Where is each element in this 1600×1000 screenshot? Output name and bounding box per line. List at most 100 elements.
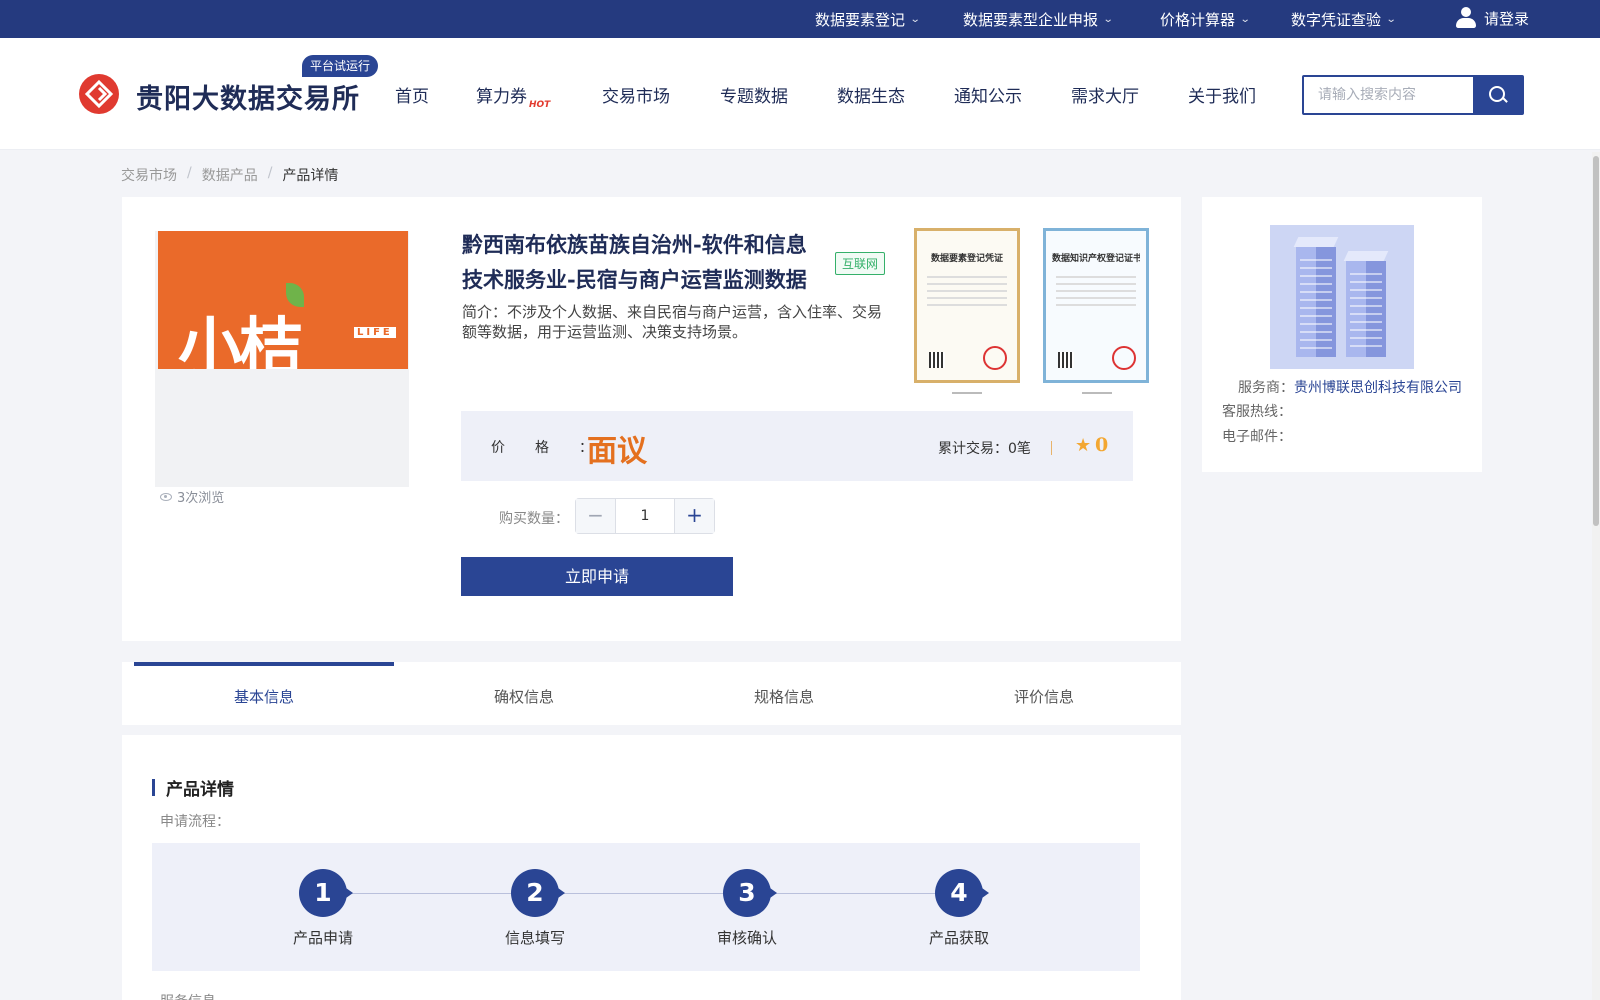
qr-code-icon [1058, 352, 1074, 368]
quantity-stepper: − 1 + [575, 498, 715, 534]
view-count: 3次浏览 [160, 487, 224, 506]
nav-home[interactable]: 首页 [395, 82, 429, 107]
login-label: 请登录 [1484, 9, 1530, 28]
decrease-button[interactable]: − [576, 499, 616, 533]
quantity-value[interactable]: 1 [616, 499, 674, 533]
certificate-line [1056, 276, 1136, 278]
product-logo-text: 小桔 [178, 312, 303, 369]
seal-icon [1112, 346, 1136, 370]
step-number: 2 [511, 869, 565, 917]
trade-count: 累计交易：0笔 [938, 438, 1031, 458]
increase-button[interactable]: + [674, 499, 714, 533]
certificate-registration[interactable]: 数据要素登记凭证 [914, 228, 1020, 383]
step-label: 产品获取 [928, 929, 989, 947]
tab-review-info[interactable]: 评价信息 [914, 662, 1174, 725]
certificate-line [1056, 290, 1136, 292]
site-logo-text[interactable]: 贵阳大数据交易所 [136, 77, 360, 116]
provider-company[interactable]: 贵州博联思创科技有限公司 [1294, 380, 1462, 396]
nav-label: 专题数据 [720, 87, 788, 107]
star-icon[interactable]: ★ [1075, 435, 1091, 456]
window-pattern [1350, 267, 1382, 351]
topbar-data-registration[interactable]: 数据要素登记 ⌄ [815, 9, 921, 30]
breadcrumb: 交易市场 / 数据产品 / 产品详情 [121, 165, 338, 185]
step-number: 3 [723, 869, 777, 917]
flow-step: 1 产品申请 [263, 869, 383, 948]
divider [1051, 441, 1052, 455]
window-pattern [1300, 253, 1332, 351]
nav-label: 通知公示 [954, 87, 1022, 107]
certificate-line [1056, 297, 1136, 299]
certificate-line [927, 276, 1007, 278]
apply-button[interactable]: 立即申请 [461, 557, 733, 596]
logo-icon[interactable] [79, 74, 119, 114]
product-image: 小桔 LIFE [155, 231, 409, 487]
flow-step: 4 产品获取 [899, 869, 1019, 948]
price-box: 价格： 面议 累计交易：0笔 ★ 0 [461, 411, 1133, 481]
product-detail-section: 产品详情 申请流程： 1 产品申请 2 信息填写 3 审核确认 4 产品获取 服… [122, 735, 1181, 1000]
provider-card: 服务商：贵州博联思创科技有限公司 客服热线： 电子邮件： [1202, 197, 1482, 472]
step-label: 产品申请 [292, 929, 353, 947]
certificate-ip[interactable]: 数据知识产权登记证书 [1043, 228, 1149, 383]
nav-label: 关于我们 [1188, 87, 1256, 107]
login-link[interactable]: 请登录 [1454, 7, 1529, 29]
rating-count: 0 [1095, 434, 1109, 456]
user-icon [1454, 7, 1478, 29]
breadcrumb-market[interactable]: 交易市场 [121, 165, 177, 185]
breadcrumb-separator: / [267, 165, 273, 181]
provider-label: 服务商： [1238, 380, 1294, 396]
search-input[interactable] [1304, 77, 1473, 113]
certificate-line [927, 290, 1007, 292]
breadcrumb-data-products[interactable]: 数据产品 [202, 165, 258, 185]
nav-market[interactable]: 交易市场 [602, 82, 670, 107]
topbar-certificate-check[interactable]: 数字凭证查验 ⌄ [1291, 9, 1397, 30]
nav-notices[interactable]: 通知公示 [954, 82, 1022, 107]
product-logo: 小桔 LIFE [158, 231, 408, 369]
site-header: 贵阳大数据交易所 平台试运行 首页 算力券 HOT 交易市场 专题数据 数据生态 … [0, 38, 1600, 150]
nav-label: 首页 [395, 87, 429, 107]
nav-label: 交易市场 [602, 87, 670, 107]
topbar-item-label: 数据要素型企业申报 [963, 11, 1099, 29]
nav-compute-voucher[interactable]: 算力券 HOT [476, 82, 551, 110]
topbar-enterprise-declaration[interactable]: 数据要素型企业申报 ⌄ [963, 9, 1114, 30]
provider-row: 服务商：贵州博联思创科技有限公司 [1238, 377, 1462, 397]
view-count-text: 3次浏览 [177, 491, 225, 506]
nav-ecosystem[interactable]: 数据生态 [837, 82, 905, 107]
certificate-line [1056, 304, 1136, 306]
hot-badge: HOT [529, 100, 551, 110]
hotline-row: 客服热线： [1222, 401, 1292, 421]
certificate-line [927, 304, 1007, 306]
flow-label: 申请流程： [160, 814, 230, 830]
product-logo-subtext: LIFE [354, 327, 396, 338]
topbar-item-label: 价格计算器 [1160, 11, 1236, 29]
certificate-title: 数据知识产权登记证书 [1052, 254, 1140, 264]
hotline-label: 客服热线： [1222, 404, 1292, 420]
step-number: 1 [299, 869, 353, 917]
topbar-item-label: 数据要素登记 [815, 11, 906, 29]
nav-demand-hall[interactable]: 需求大厅 [1071, 82, 1139, 107]
tower-shape [1346, 261, 1386, 357]
topbar-price-calculator[interactable]: 价格计算器 ⌄ [1160, 9, 1251, 30]
chevron-down-icon: ⌄ [909, 14, 921, 25]
certificate-indicator [952, 392, 982, 394]
industry-tag: 互联网 [835, 252, 886, 275]
nav-label: 算力券 [476, 87, 527, 107]
email-label: 电子邮件： [1222, 429, 1292, 445]
search-icon[interactable] [1473, 77, 1522, 113]
chevron-down-icon: ⌄ [1385, 14, 1397, 25]
nav-about[interactable]: 关于我们 [1188, 82, 1256, 107]
building-icon [1270, 225, 1414, 369]
flow-step: 3 审核确认 [687, 869, 807, 948]
nav-topic-data[interactable]: 专题数据 [720, 82, 788, 107]
trade-count-value: 0笔 [1008, 441, 1031, 457]
scrollbar-thumb[interactable] [1593, 156, 1599, 526]
quantity-label: 购买数量： [499, 511, 569, 527]
nav-label: 数据生态 [837, 87, 905, 107]
price-value: 面议 [587, 434, 647, 469]
tab-basic-info[interactable]: 基本信息 [134, 662, 394, 725]
section-title: 产品详情 [152, 775, 234, 800]
step-label: 信息填写 [504, 929, 565, 947]
tab-rights-info[interactable]: 确权信息 [394, 662, 654, 725]
tab-spec-info[interactable]: 规格信息 [654, 662, 914, 725]
chevron-down-icon: ⌄ [1102, 14, 1114, 25]
chevron-down-icon: ⌄ [1239, 14, 1251, 25]
